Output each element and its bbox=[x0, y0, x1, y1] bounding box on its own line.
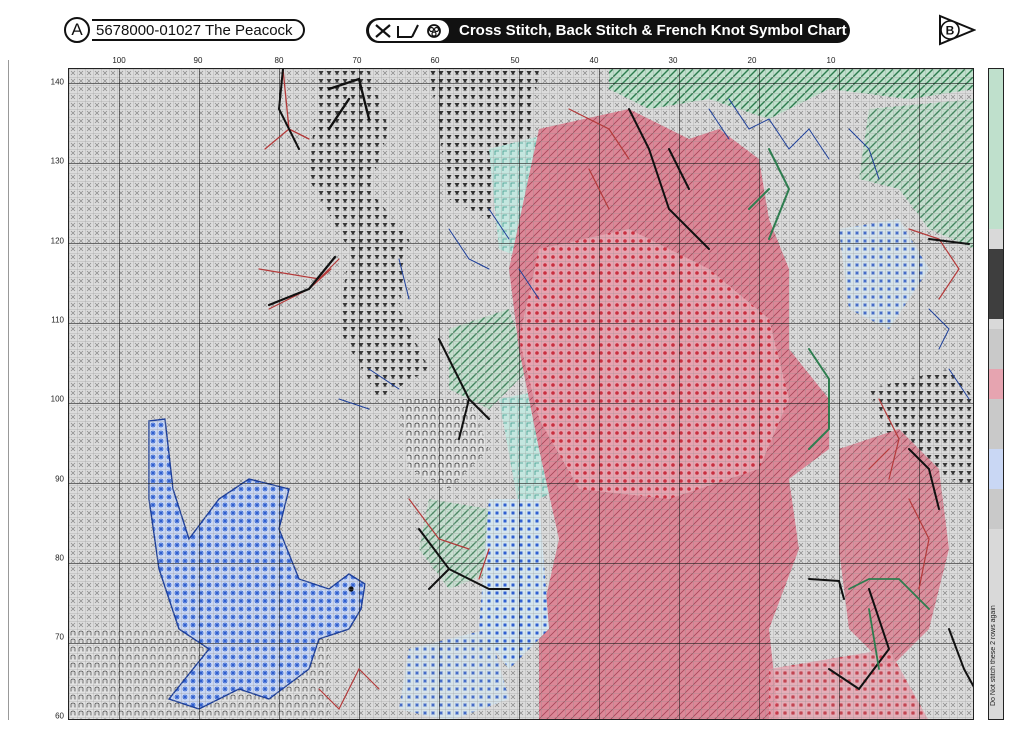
chart-legend-banner: Cross Stitch, Back Stitch & French Knot … bbox=[366, 18, 850, 43]
row-tick-label: 120 bbox=[50, 236, 64, 246]
row-tick-label: 110 bbox=[51, 315, 64, 325]
column-tick-label: 10 bbox=[826, 56, 836, 65]
row-tick-label: 140 bbox=[50, 77, 64, 87]
column-tick-label: 50 bbox=[510, 56, 520, 65]
column-tick-label: 80 bbox=[274, 56, 284, 65]
column-number-axis: 100 90 80 70 60 50 40 30 20 10 bbox=[68, 56, 974, 68]
next-section-letter: B bbox=[946, 24, 955, 38]
page-edge-line bbox=[8, 60, 9, 720]
pattern-title: 5678000-01027 The Peacock bbox=[92, 19, 305, 41]
row-tick-label: 60 bbox=[55, 711, 64, 721]
column-tick-label: 100 bbox=[112, 56, 126, 65]
next-section-marker: B bbox=[936, 14, 977, 46]
chart-title: Cross Stitch, Back Stitch & French Knot … bbox=[459, 22, 847, 39]
french-knot-icon bbox=[427, 23, 441, 38]
column-tick-label: 70 bbox=[352, 56, 362, 65]
cross-stitch-symbol-chart bbox=[68, 68, 974, 720]
row-tick-label: 70 bbox=[55, 632, 64, 642]
chart-header: A 5678000-01027 The Peacock Cross Stitch… bbox=[0, 0, 1024, 60]
column-tick-label: 30 bbox=[668, 56, 678, 65]
stitch-type-icons bbox=[369, 20, 449, 41]
section-letter-badge: A bbox=[64, 17, 90, 43]
column-tick-label: 20 bbox=[747, 56, 757, 65]
stitch-chart-canvas bbox=[69, 69, 973, 719]
row-number-axis: 140 130 120 110 100 90 80 70 60 bbox=[40, 68, 68, 721]
do-not-stitch-note: Do Not stitch these 2 rows again bbox=[990, 605, 997, 706]
column-tick-label: 90 bbox=[193, 56, 203, 65]
row-tick-label: 80 bbox=[55, 553, 64, 563]
row-tick-label: 90 bbox=[55, 474, 64, 484]
cross-stitch-icon bbox=[375, 23, 391, 38]
column-tick-label: 60 bbox=[430, 56, 440, 65]
row-tick-label: 130 bbox=[50, 156, 64, 166]
column-tick-label: 40 bbox=[589, 56, 599, 65]
back-stitch-icon bbox=[397, 24, 419, 38]
ten-count-grid bbox=[69, 69, 973, 719]
row-tick-label: 100 bbox=[50, 394, 64, 404]
